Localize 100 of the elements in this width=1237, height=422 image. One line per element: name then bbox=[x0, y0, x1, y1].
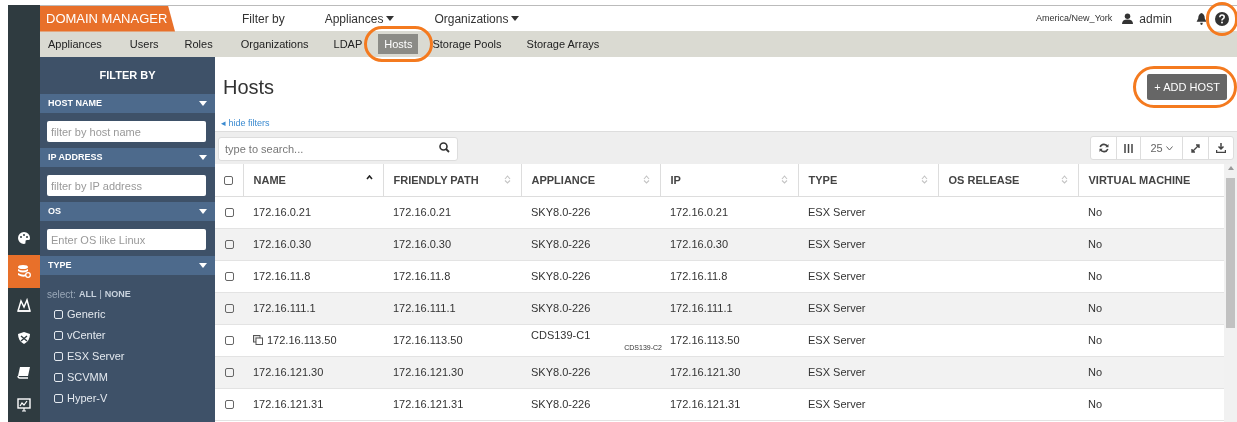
table-cell: ESX Server bbox=[808, 365, 866, 378]
table-cell: 172.16.0.21 bbox=[670, 205, 729, 218]
monitor-icon bbox=[17, 398, 31, 413]
book-icon bbox=[17, 364, 31, 379]
scrollbar[interactable] bbox=[1224, 164, 1237, 422]
shield-icon bbox=[17, 331, 31, 346]
table-cell: SKY8.0-226 bbox=[531, 397, 591, 410]
bell-icon[interactable] bbox=[1196, 12, 1207, 25]
nav-tab[interactable]: LDAP bbox=[333, 34, 363, 54]
filter-input[interactable]: filter by host name bbox=[47, 121, 206, 142]
sidebar-title: FILTER BY bbox=[98, 68, 157, 84]
select-all-link[interactable]: ALL bbox=[78, 287, 97, 302]
table-cell: 172.16.0.30 bbox=[253, 237, 312, 250]
filter-section-header[interactable]: OS bbox=[40, 202, 215, 221]
dropdown-menu[interactable]: Organizations bbox=[434, 9, 520, 28]
help-icon[interactable] bbox=[1215, 11, 1229, 26]
row-checkbox[interactable] bbox=[224, 336, 234, 346]
type-checkbox[interactable]: Generic bbox=[40, 304, 215, 325]
search-icon bbox=[439, 142, 450, 153]
row-checkbox[interactable] bbox=[224, 208, 234, 218]
table-cell: 172.16.0.21 bbox=[253, 205, 312, 218]
user-icon bbox=[1122, 13, 1134, 24]
row-checkbox[interactable] bbox=[224, 240, 234, 250]
caret-icon bbox=[199, 209, 207, 214]
timezone-label: America/New_York bbox=[1036, 11, 1113, 25]
table-cell: 172.16.121.31 bbox=[253, 397, 324, 410]
table-cell: 172.16.111.1 bbox=[670, 301, 733, 314]
download-icon bbox=[1216, 143, 1226, 153]
type-checkbox[interactable]: SCVMM bbox=[40, 367, 215, 388]
table-cell: ESX Server bbox=[808, 397, 866, 410]
column-header[interactable]: TYPE bbox=[798, 164, 938, 196]
type-checkbox[interactable]: ESX Server bbox=[40, 346, 215, 367]
search-field[interactable]: type to search... bbox=[218, 137, 458, 161]
select-all-checkbox[interactable] bbox=[224, 176, 234, 186]
table-cell: 172.16.121.30 bbox=[670, 365, 741, 378]
table-cell-text: CDS139-C1 bbox=[531, 328, 591, 343]
type-checkbox[interactable]: vCenter bbox=[40, 325, 215, 346]
caret-icon bbox=[199, 155, 207, 160]
filter-section-header[interactable]: TYPE bbox=[40, 256, 215, 275]
table-cell: No bbox=[1088, 237, 1103, 250]
refresh-icon bbox=[1098, 143, 1109, 153]
user-name[interactable]: admin bbox=[1139, 9, 1172, 28]
nav-tab[interactable]: Users bbox=[129, 34, 159, 54]
table-cell: ESX Server bbox=[808, 205, 866, 218]
filter-section-header[interactable]: HOST NAME bbox=[40, 94, 215, 113]
nav-tab[interactable]: Roles bbox=[184, 34, 213, 54]
filter-input[interactable]: filter by IP address bbox=[47, 175, 206, 196]
caret-icon bbox=[511, 16, 520, 21]
page-title: Hosts bbox=[223, 75, 275, 100]
menu-label[interactable]: Filter by bbox=[242, 9, 285, 28]
column-header[interactable]: FRIENDLY PATH bbox=[383, 164, 521, 196]
table-cell: 172.16.121.31 bbox=[393, 397, 464, 410]
table-cell: 172.16.11.8 bbox=[253, 269, 311, 282]
row-checkbox[interactable] bbox=[224, 400, 234, 410]
table-cell: ESX Server bbox=[808, 237, 866, 250]
table-cell-text: 172.16.113.50 bbox=[267, 332, 337, 348]
nav-tab[interactable]: Organizations bbox=[240, 34, 309, 54]
table-cell: 172.16.113.50 bbox=[393, 333, 463, 346]
filter-section-header[interactable]: IP ADDRESS bbox=[40, 148, 215, 167]
table-cell: No bbox=[1088, 269, 1103, 282]
table-cell: SKY8.0-226 bbox=[531, 269, 591, 282]
row-checkbox[interactable] bbox=[224, 368, 234, 378]
dropdown-menu[interactable]: Appliances bbox=[324, 9, 395, 28]
table-cell: 172.16.0.30 bbox=[393, 237, 452, 250]
table-cell: 172.16.111.1 bbox=[393, 301, 456, 314]
table-cell: SKY8.0-226 bbox=[531, 205, 591, 218]
nav-tab[interactable]: Appliances bbox=[48, 34, 102, 54]
table-cell: ESX Server bbox=[808, 333, 866, 346]
caret-icon bbox=[199, 101, 207, 106]
nav-tab[interactable]: Storage Arrays bbox=[526, 34, 600, 54]
table-cell: No bbox=[1088, 301, 1103, 314]
column-header[interactable]: NAME bbox=[243, 164, 383, 196]
database-icon bbox=[17, 264, 31, 279]
table-cell: 172.16.121.31 bbox=[670, 397, 741, 410]
expand-icon bbox=[1191, 143, 1200, 153]
nav-tab[interactable]: Storage Pools bbox=[432, 34, 502, 54]
caret-icon bbox=[386, 16, 395, 21]
column-header[interactable]: APPLIANCE bbox=[521, 164, 660, 196]
column-header[interactable]: OS RELEASE bbox=[938, 164, 1078, 196]
filter-input[interactable]: Enter OS like Linux bbox=[47, 229, 206, 250]
table-cell: SKY8.0-226 bbox=[531, 301, 591, 314]
row-checkbox[interactable] bbox=[224, 304, 234, 314]
table-cell: 172.16.113.50 bbox=[670, 333, 740, 346]
caret-icon bbox=[199, 263, 207, 268]
table-cell: ESX Server bbox=[808, 269, 866, 282]
palette-icon bbox=[17, 230, 31, 245]
add-host-button[interactable]: + ADD HOST bbox=[1147, 74, 1227, 101]
hide-filters-link[interactable]: ◂ hide filters bbox=[215, 117, 1237, 131]
columns-icon bbox=[1124, 143, 1133, 153]
chevron-down-icon bbox=[1165, 145, 1173, 151]
table-cell: No bbox=[1088, 365, 1103, 378]
type-checkbox[interactable]: Hyper-V bbox=[40, 388, 215, 409]
select-none-link[interactable]: NONE bbox=[104, 287, 131, 302]
column-header[interactable]: IP bbox=[660, 164, 798, 196]
table-cell: 172.16.11.8 bbox=[393, 269, 451, 282]
table-cell: 172.16.121.30 bbox=[393, 365, 464, 378]
scrollbar-thumb[interactable] bbox=[1226, 178, 1235, 328]
table-cell: No bbox=[1088, 333, 1103, 346]
table-cell: SKY8.0-226 bbox=[531, 237, 591, 250]
row-checkbox[interactable] bbox=[224, 272, 234, 282]
